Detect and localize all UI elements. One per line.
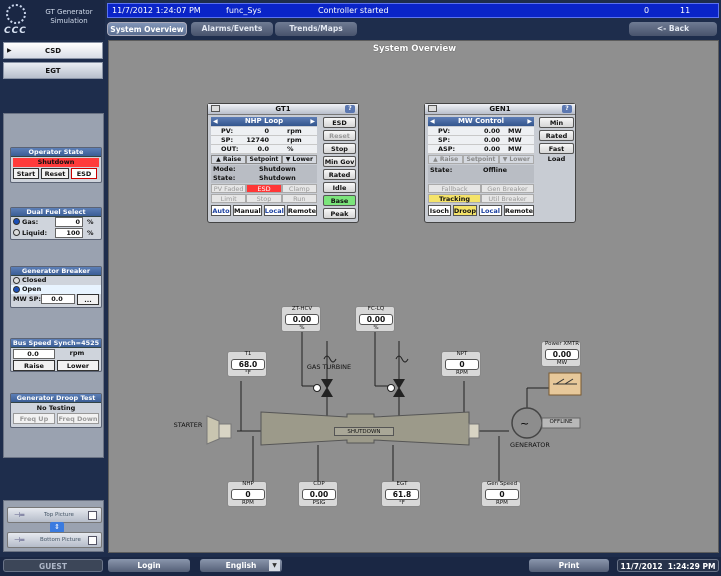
bottom-bar: GUEST Login English ▼ Print 11/7/2012 1:… <box>0 557 721 576</box>
clock: 11/7/2012 1:24:29 PM <box>617 559 719 572</box>
bus-speed-value: 0.0 <box>13 349 55 359</box>
status-bar: 11/7/2012 1:24:07 PM func_Sys Controller… <box>107 3 719 18</box>
nhp-value: 0 <box>231 489 265 500</box>
nav-csd-button[interactable]: ▶ CSD <box>3 42 103 59</box>
bus-speed-title: Bus Speed Synch=4525 <box>11 339 101 348</box>
gas-turbine-label: GAS TURBINE <box>306 363 352 371</box>
bus-speed-group: Bus Speed Synch=4525 0.0 rpm Raise Lower <box>10 338 102 372</box>
droop-test-group: Generator Droop Test No Testing Freq Up … <box>10 393 102 428</box>
t1-instrument[interactable]: T1 68.0 °F <box>227 351 267 377</box>
liquid-flow-icon <box>395 355 409 363</box>
droop-test-title: Generator Droop Test <box>11 394 101 403</box>
tab-trends-maps[interactable]: Trends/Maps <box>275 22 357 36</box>
status-datetime: 11/7/2012 1:24:07 PM <box>112 6 201 15</box>
print-button[interactable]: Print <box>529 559 609 572</box>
bottom-picture-button[interactable]: ⊣═ Bottom Picture <box>7 532 102 548</box>
egt-instrument[interactable]: EGT 61.8 °F <box>381 481 421 507</box>
tab-system-overview[interactable]: System Overview <box>107 22 187 36</box>
gas-radio[interactable] <box>13 218 20 225</box>
cdp-value: 0.00 <box>302 489 336 500</box>
fc-lq-instrument[interactable]: FC-LQ 0.00 % <box>355 306 395 332</box>
status-message: Controller started <box>318 6 389 15</box>
droop-test-status: No Testing <box>36 404 76 412</box>
gen-speed-instrument[interactable]: Gen Speed 0 RPM <box>481 481 521 507</box>
process-diagram: ~ <box>206 332 582 486</box>
breaker-open-radio[interactable] <box>13 286 20 293</box>
zt-hcv-value: 0.00 <box>285 314 319 325</box>
turbine-status: SHUTDOWN <box>334 427 394 436</box>
logo-text: CCC <box>4 26 27 36</box>
power-xmtr-instrument[interactable]: Power XMTR 0.00 MW <box>541 341 581 367</box>
freq-down-button[interactable]: Freq Down <box>57 413 99 424</box>
status-count-b: 11 <box>680 6 691 15</box>
fc-lq-value: 0.00 <box>359 314 393 325</box>
reset-button[interactable]: Reset <box>41 168 69 179</box>
app-title: GT Generator Simulation <box>45 8 93 25</box>
nhp-instrument[interactable]: NHP 0 RPM <box>227 481 267 507</box>
window-icon <box>88 536 97 545</box>
liquid-value: 100 <box>55 228 83 238</box>
gas-valve-icon <box>313 379 333 397</box>
liquid-radio[interactable] <box>13 229 20 236</box>
operator-state-status: Shutdown <box>13 158 99 167</box>
generator-label: GENERATOR <box>510 441 550 449</box>
power-xmtr-value: 0.00 <box>545 349 579 360</box>
starter-icon <box>206 415 220 445</box>
t1-value: 68.0 <box>231 359 265 370</box>
generator-breaker-title: Generator Breaker <box>11 267 101 276</box>
zt-hcv-instrument[interactable]: ZT-HCV 0.00 % <box>281 306 321 332</box>
npt-value: 0 <box>445 359 479 370</box>
left-control-panel: Operator State Shutdown Start Reset ESD … <box>3 113 104 458</box>
nav-egt-button[interactable]: EGT <box>3 62 103 79</box>
dual-fuel-group: Dual Fuel Select Gas: 0 % Liquid: 100 % <box>10 207 102 240</box>
start-button[interactable]: Start <box>13 168 39 179</box>
egt-value: 61.8 <box>385 489 419 500</box>
bus-raise-button[interactable]: Raise <box>13 360 55 371</box>
app-window: CCC GT Generator Simulation ▶ CSD EGT Op… <box>0 0 721 576</box>
esd-button[interactable]: ESD <box>71 168 97 179</box>
generator-breaker-group: Generator Breaker Closed Open MW SP: 0.0… <box>10 266 102 308</box>
gen-speed-value: 0 <box>485 489 519 500</box>
freq-up-button[interactable]: Freq Up <box>13 413 55 424</box>
dual-fuel-title: Dual Fuel Select <box>11 208 101 217</box>
operator-state-title: Operator State <box>11 148 101 157</box>
current-user: GUEST <box>3 559 103 572</box>
tab-alarms-events[interactable]: Alarms/Events <box>191 22 273 36</box>
liquid-valve-icon <box>387 379 405 397</box>
system-overview-panel: System Overview GT1 ? ◀ NHP Loop ▶ PV: 0 r… <box>108 40 719 553</box>
plug-icon: ⊣═ <box>14 511 25 519</box>
window-icon <box>88 511 97 520</box>
operator-state-group: Operator State Shutdown Start Reset ESD <box>10 147 102 183</box>
breaker-closed-radio[interactable] <box>13 277 20 284</box>
offline-label: OFFLINE <box>549 419 573 425</box>
sine-wave-icon: ~ <box>520 417 529 430</box>
tab-bar: System Overview Alarms/Events Trends/Map… <box>107 21 719 37</box>
arrow-right-icon: ▶ <box>7 47 12 54</box>
status-count-a: 0 <box>644 6 650 15</box>
app-logo: CCC GT Generator Simulation <box>0 0 105 40</box>
npt-instrument[interactable]: NPT 0 RPM <box>441 351 481 377</box>
language-select[interactable]: English ▼ <box>200 559 282 572</box>
status-controller: func_Sys <box>226 6 262 15</box>
plug-icon: ⊣═ <box>14 536 25 544</box>
starter-label: STARTER <box>173 421 203 429</box>
generator-coupling <box>468 423 480 439</box>
gas-flow-icon <box>323 355 337 363</box>
picture-switcher: ⊣═ Top Picture ⇕ ⊣═ Bottom Picture <box>3 500 104 552</box>
cdp-instrument[interactable]: CDP 0.00 PSIG <box>298 481 338 507</box>
back-button[interactable]: <- Back <box>629 22 717 36</box>
mw-sp-edit-button[interactable]: ... <box>77 294 99 305</box>
starter-coupling <box>218 423 232 439</box>
mw-sp-value: 0.0 <box>41 294 75 304</box>
chevron-down-icon: ▼ <box>269 560 280 571</box>
top-picture-button[interactable]: ⊣═ Top Picture <box>7 507 102 523</box>
login-button[interactable]: Login <box>108 559 190 572</box>
logo-emblem-icon <box>6 4 26 24</box>
bus-lower-button[interactable]: Lower <box>57 360 99 371</box>
gas-value: 0 <box>55 217 83 227</box>
